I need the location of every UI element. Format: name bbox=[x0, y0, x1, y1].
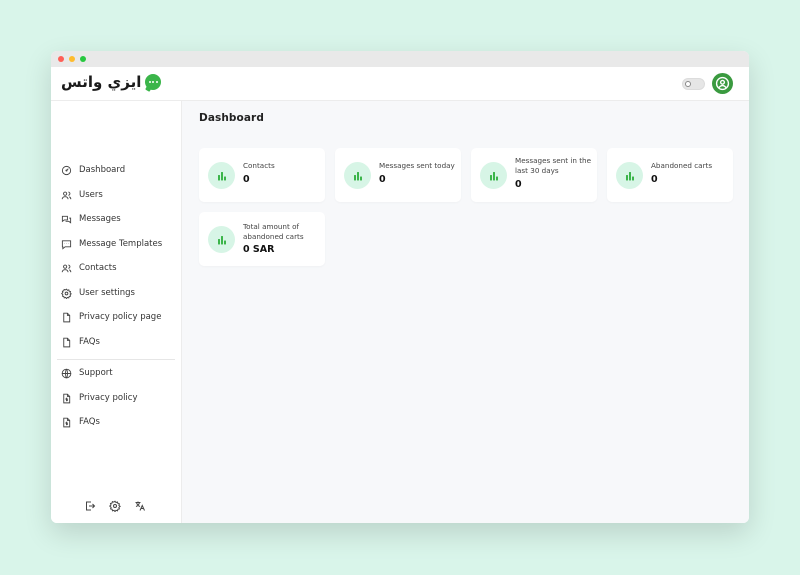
maximize-window-button[interactable] bbox=[80, 56, 86, 62]
stat-label: Messages sent today bbox=[379, 161, 455, 170]
sidebar-item-label: Privacy policy page bbox=[79, 312, 162, 322]
contacts-icon bbox=[61, 264, 72, 272]
user-circle-icon bbox=[715, 76, 730, 91]
icon-circle bbox=[208, 162, 235, 189]
stat-card-messages-today[interactable]: Messages sent today 0 bbox=[335, 148, 461, 202]
theme-toggle[interactable] bbox=[682, 78, 705, 90]
sidebar-item-contacts[interactable]: Contacts bbox=[61, 259, 117, 277]
stat-value: 0 bbox=[515, 179, 522, 190]
sidebar-item-label: Message Templates bbox=[79, 239, 163, 249]
sidebar-item-user-settings[interactable]: User settings bbox=[61, 284, 135, 302]
sidebar-item-label: Contacts bbox=[79, 263, 117, 273]
bar-chart-icon bbox=[353, 171, 362, 180]
sidebar-item-faqs-secondary[interactable]: FAQs bbox=[61, 413, 100, 431]
language-icon[interactable] bbox=[134, 500, 146, 512]
stat-card-messages-30-days[interactable]: Messages sent in the last 30 days 0 bbox=[471, 148, 597, 202]
users-icon bbox=[61, 191, 72, 199]
sidebar-item-privacy-policy-page[interactable]: Privacy policy page bbox=[61, 308, 161, 326]
stat-label: Abandoned carts bbox=[651, 161, 713, 170]
document-icon bbox=[63, 312, 71, 322]
document-icon bbox=[63, 337, 71, 347]
stat-label: Messages sent in the last 30 days bbox=[515, 156, 591, 175]
stat-value: 0 bbox=[243, 174, 250, 185]
settings-icon[interactable] bbox=[109, 500, 121, 512]
messages-icon bbox=[61, 215, 72, 224]
stat-card-abandoned-carts[interactable]: Abandoned carts 0 bbox=[607, 148, 733, 202]
sidebar-item-label: Dashboard bbox=[79, 165, 126, 175]
toggle-knob bbox=[685, 81, 691, 87]
sidebar-item-label: FAQs bbox=[79, 417, 100, 427]
sidebar-item-messages[interactable]: Messages bbox=[61, 210, 121, 228]
sidebar-item-message-templates[interactable]: Message Templates bbox=[61, 235, 162, 253]
sidebar-item-label: User settings bbox=[79, 288, 135, 298]
sidebar-item-support[interactable]: Support bbox=[61, 364, 113, 382]
sidebar-item-label: Messages bbox=[79, 214, 121, 224]
sidebar-item-label: Users bbox=[79, 190, 103, 200]
chat-bubble-icon bbox=[145, 74, 162, 90]
settings-icon bbox=[61, 288, 72, 299]
file-dollar-icon bbox=[63, 393, 71, 403]
sidebar-item-label: Privacy policy bbox=[79, 393, 138, 403]
message-template-icon bbox=[61, 239, 72, 250]
sidebar-item-privacy-policy[interactable]: Privacy policy bbox=[61, 389, 138, 407]
sidebar-divider bbox=[57, 359, 175, 360]
top-bar: ايزي واتس bbox=[51, 67, 749, 101]
stat-value: 0 bbox=[651, 174, 658, 185]
bar-chart-icon bbox=[625, 171, 634, 180]
logout-icon[interactable] bbox=[84, 500, 96, 512]
sidebar-footer-actions bbox=[84, 500, 146, 512]
file-dollar-icon bbox=[63, 417, 71, 427]
sidebar-item-faqs[interactable]: FAQs bbox=[61, 333, 100, 351]
bar-chart-icon bbox=[217, 171, 226, 180]
stat-card-abandoned-total[interactable]: Total amount of abandoned carts 0 SAR bbox=[199, 212, 325, 266]
sidebar: Dashboard Users Messages Message Templat… bbox=[51, 101, 182, 523]
user-avatar[interactable] bbox=[712, 73, 733, 94]
browser-window: ايزي واتس Dashboard Users Messages Messa… bbox=[51, 51, 749, 523]
dashboard-icon bbox=[61, 165, 72, 175]
stat-value: 0 SAR bbox=[243, 244, 275, 255]
stat-card-contacts[interactable]: Contacts 0 bbox=[199, 148, 325, 202]
close-window-button[interactable] bbox=[58, 56, 64, 62]
stat-label: Contacts bbox=[243, 161, 275, 170]
sidebar-item-label: FAQs bbox=[79, 337, 100, 347]
main-content: Dashboard Contacts 0 Messages sent today… bbox=[182, 101, 749, 523]
icon-circle bbox=[616, 162, 643, 189]
bar-chart-icon bbox=[217, 235, 226, 244]
globe-icon bbox=[61, 368, 72, 378]
icon-circle bbox=[480, 162, 507, 189]
app-logo-text: ايزي واتس bbox=[61, 73, 142, 91]
stat-label: Total amount of abandoned carts bbox=[243, 222, 304, 241]
stat-value: 0 bbox=[379, 174, 386, 185]
icon-circle bbox=[208, 226, 235, 253]
app-logo[interactable]: ايزي واتس bbox=[61, 73, 162, 91]
bar-chart-icon bbox=[489, 171, 498, 180]
window-titlebar bbox=[51, 51, 749, 67]
sidebar-item-label: Support bbox=[79, 368, 113, 378]
minimize-window-button[interactable] bbox=[69, 56, 75, 62]
icon-circle bbox=[344, 162, 371, 189]
sidebar-item-dashboard[interactable]: Dashboard bbox=[61, 161, 125, 179]
page-title: Dashboard bbox=[199, 112, 264, 124]
sidebar-item-users[interactable]: Users bbox=[61, 186, 103, 204]
